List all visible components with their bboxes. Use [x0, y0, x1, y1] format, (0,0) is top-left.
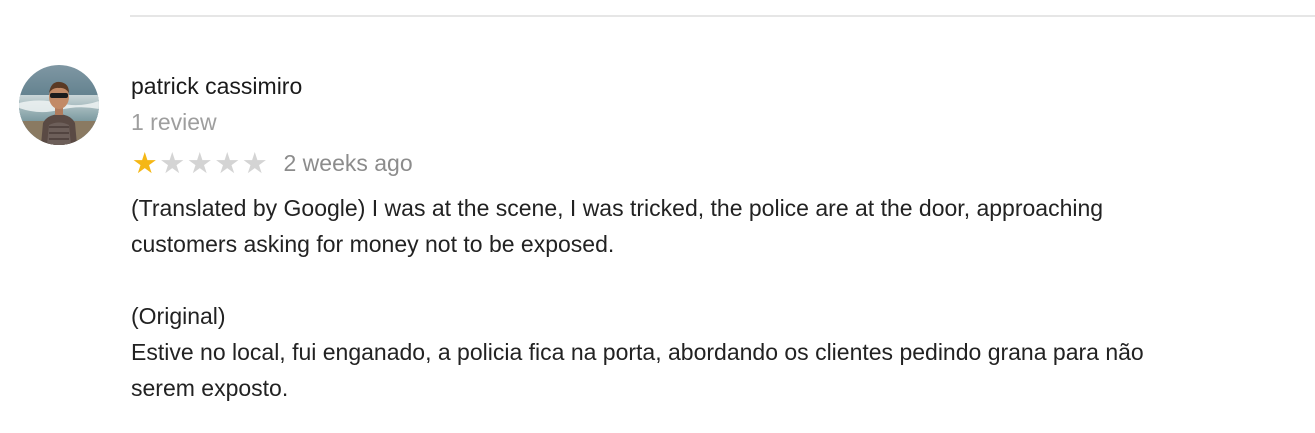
star-rating: ★ ★ ★ ★ ★ — [131, 147, 269, 179]
avatar[interactable] — [19, 65, 99, 145]
original-text-line-1: Estive no local, fui enganado, a policia… — [131, 339, 1144, 365]
translated-text-line-2: customers asking for money not to be exp… — [131, 231, 615, 257]
review-timestamp: 2 weeks ago — [283, 150, 413, 176]
author-review-count[interactable]: 1 review — [131, 109, 1306, 135]
review-body: (Translated by Google) I was at the scen… — [131, 190, 1306, 406]
star-icon-empty: ★ — [186, 146, 213, 180]
star-icon-empty: ★ — [159, 146, 186, 180]
avatar-photo — [19, 65, 99, 145]
author-name[interactable]: patrick cassimiro — [131, 70, 1306, 102]
original-label: (Original) — [131, 303, 226, 329]
review-card: patrick cassimiro 1 review ★ ★ ★ ★ ★ 2 w… — [131, 70, 1306, 406]
translated-text-line-1: (Translated by Google) I was at the scen… — [131, 195, 1104, 221]
star-icon-empty: ★ — [214, 146, 241, 180]
star-icon-filled: ★ — [131, 146, 158, 180]
rating-row: ★ ★ ★ ★ ★ 2 weeks ago — [131, 147, 1306, 179]
original-text-line-2: serem exposto. — [131, 375, 289, 401]
star-icon-empty: ★ — [241, 146, 268, 180]
section-divider — [130, 15, 1315, 17]
